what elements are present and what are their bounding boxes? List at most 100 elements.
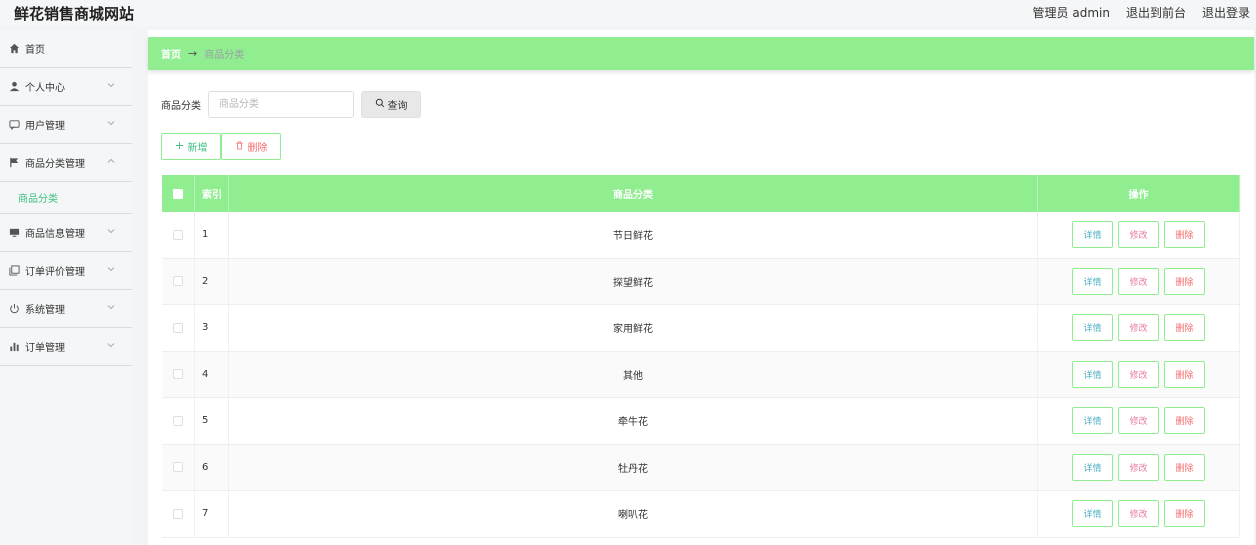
sidebar-item-personal-center[interactable]: 个人中心 xyxy=(0,68,132,106)
breadcrumb-current: 商品分类 xyxy=(204,50,245,61)
row-category-name: 探望鲜花 xyxy=(229,258,1038,304)
detail-button[interactable]: 详情 xyxy=(1072,500,1113,528)
home-icon xyxy=(8,43,20,55)
add-button[interactable]: 新增 xyxy=(161,133,221,160)
row-check-cell xyxy=(162,212,195,258)
detail-button[interactable]: 详情 xyxy=(1072,314,1113,342)
row-category-name: 家用鲜花 xyxy=(229,305,1038,351)
top-right-links: 管理员 admin 退出到前台 退出登录 xyxy=(1033,4,1250,21)
chevron-down-icon xyxy=(106,226,118,238)
logout-link[interactable]: 退出登录 xyxy=(1202,4,1250,21)
detail-button[interactable]: 详情 xyxy=(1072,407,1113,435)
row-checkbox[interactable] xyxy=(173,229,183,240)
detail-button[interactable]: 详情 xyxy=(1072,360,1113,388)
search-icon xyxy=(375,98,385,111)
edit-button[interactable]: 修改 xyxy=(1118,500,1159,528)
admin-label: 管理员 admin xyxy=(1032,6,1110,20)
delete-button[interactable]: 删除 xyxy=(1164,453,1205,481)
breadcrumb-home[interactable]: 首页 xyxy=(161,46,181,61)
search-button[interactable]: 查询 xyxy=(361,91,421,118)
row-operations: 详情 修改 删除 xyxy=(1038,258,1240,304)
row-category-name: 喇叭花 xyxy=(229,491,1038,537)
search-button-label: 查询 xyxy=(387,101,408,112)
row-check-cell xyxy=(162,351,195,397)
chevron-down-icon xyxy=(106,118,118,130)
exit-to-front-link[interactable]: 退出到前台 xyxy=(1126,4,1186,21)
edit-button[interactable]: 修改 xyxy=(1118,407,1159,435)
sidebar-item-user-management[interactable]: 用户管理 xyxy=(0,106,132,144)
sidebar-item-product-management[interactable]: 商品信息管理 xyxy=(0,214,132,252)
edit-button[interactable]: 修改 xyxy=(1118,360,1159,388)
copy-icon xyxy=(8,265,20,277)
sidebar-item-label: 用户管理 xyxy=(25,121,65,132)
table-row: 1 节日鲜花 详情 修改 删除 xyxy=(162,212,1240,259)
category-search-input[interactable] xyxy=(208,91,354,118)
delete-button[interactable]: 删除 xyxy=(1164,314,1205,342)
delete-button[interactable]: 删除 xyxy=(1164,360,1205,388)
detail-button[interactable]: 详情 xyxy=(1072,267,1113,295)
row-checkbox[interactable] xyxy=(173,508,183,519)
user-icon xyxy=(8,81,20,93)
row-operations: 详情 修改 删除 xyxy=(1038,444,1240,490)
edit-button[interactable]: 修改 xyxy=(1118,314,1159,342)
row-category-name: 牡丹花 xyxy=(229,444,1038,490)
header-operations: 操作 xyxy=(1038,175,1240,212)
table-body: 1 节日鲜花 详情 修改 删除 2 探望鲜花 详情 修改 删除 3 家用鲜花 详情 修改 删除 4 其他 详情 修改… xyxy=(162,212,1240,538)
sidebar-item-label: 商品分类管理 xyxy=(25,159,85,170)
sidebar-item-category-management[interactable]: 商品分类管理 xyxy=(0,144,132,182)
sidebar-item-label: 个人中心 xyxy=(25,83,65,94)
row-check-cell xyxy=(162,398,195,444)
row-category-name: 牵牛花 xyxy=(229,398,1038,444)
search-row: 商品分类 查询 xyxy=(161,91,421,118)
sidebar-item-review-management[interactable]: 订单评价管理 xyxy=(0,252,132,290)
row-index: 5 xyxy=(195,398,229,444)
chevron-down-icon xyxy=(106,302,118,314)
action-row: 新增 删除 xyxy=(161,133,281,160)
delete-button[interactable]: 删除 xyxy=(1164,221,1205,249)
delete-button[interactable]: 删除 xyxy=(1164,500,1205,528)
row-check-cell xyxy=(162,444,195,490)
sidebar-item-order-management[interactable]: 订单管理 xyxy=(0,328,132,366)
sidebar-item-label: 系统管理 xyxy=(25,305,65,316)
flag-icon xyxy=(8,157,20,169)
sidebar-item-label: 订单管理 xyxy=(25,343,65,354)
row-operations: 详情 修改 删除 xyxy=(1038,398,1240,444)
sidebar-item-home[interactable]: 首页 xyxy=(0,30,132,68)
header-select-all-cell xyxy=(162,175,195,212)
row-operations: 详情 修改 删除 xyxy=(1038,212,1240,258)
sidebar-subitem-category[interactable]: 商品分类 xyxy=(0,182,132,214)
edit-button[interactable]: 修改 xyxy=(1118,221,1159,249)
detail-button[interactable]: 详情 xyxy=(1072,221,1113,249)
delete-button[interactable]: 删除 xyxy=(1164,267,1205,295)
delete-button[interactable]: 删除 xyxy=(1164,407,1205,435)
edit-button[interactable]: 修改 xyxy=(1118,453,1159,481)
monitor-icon xyxy=(8,227,20,239)
row-checkbox[interactable] xyxy=(173,322,183,333)
batch-delete-button[interactable]: 删除 xyxy=(221,133,281,160)
search-label: 商品分类 xyxy=(161,101,201,112)
row-operations: 详情 修改 删除 xyxy=(1038,351,1240,397)
trash-icon xyxy=(235,140,244,153)
row-check-cell xyxy=(162,491,195,537)
row-checkbox[interactable] xyxy=(173,369,183,380)
edit-button[interactable]: 修改 xyxy=(1118,267,1159,295)
sidebar-item-label: 商品信息管理 xyxy=(25,229,85,240)
select-all-checkbox[interactable] xyxy=(173,188,183,199)
row-checkbox[interactable] xyxy=(173,462,183,473)
row-index: 7 xyxy=(195,491,229,537)
row-category-name: 其他 xyxy=(229,351,1038,397)
row-checkbox[interactable] xyxy=(173,415,183,426)
detail-button[interactable]: 详情 xyxy=(1072,453,1113,481)
row-operations: 详情 修改 删除 xyxy=(1038,491,1240,537)
sidebar-item-system-management[interactable]: 系统管理 xyxy=(0,290,132,328)
bar-chart-icon xyxy=(8,341,20,353)
delete-button-label: 删除 xyxy=(247,143,268,154)
row-checkbox[interactable] xyxy=(173,276,183,287)
site-title: 鲜花销售商城网站 xyxy=(14,5,135,23)
header-index: 索引 xyxy=(195,175,229,212)
category-table: 索引 商品分类 操作 1 节日鲜花 详情 修改 删除 2 探望鲜花 详情 修改 删除 3 家用鲜花 详情… xyxy=(162,175,1240,538)
chevron-up-icon xyxy=(106,156,118,168)
table-row: 4 其他 详情 修改 删除 xyxy=(162,351,1240,398)
add-button-label: 新增 xyxy=(187,143,208,154)
table-row: 6 牡丹花 详情 修改 删除 xyxy=(162,444,1240,491)
